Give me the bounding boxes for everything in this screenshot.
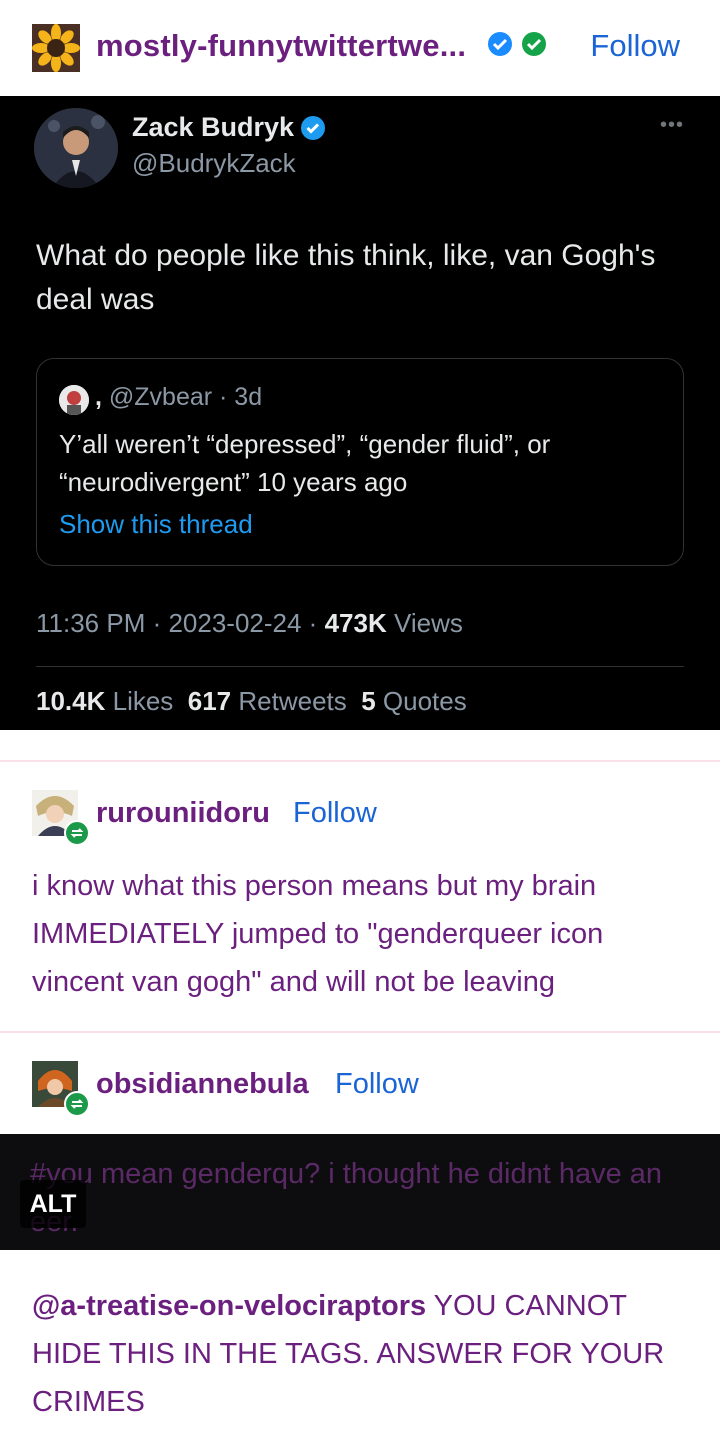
reblog-text: i know what this person means but my bra… [32,870,604,998]
tweet-text: What do people like this think, like, va… [36,239,656,316]
follow-button[interactable]: Follow [590,28,680,64]
blog-name[interactable]: mostly-funnytwittertwe... [96,28,466,64]
separator [0,760,720,762]
alt-text-button[interactable]: ALT [20,1180,86,1228]
tag-screenshot-text: #you mean genderqu? i thought he didnt h… [30,1158,663,1238]
quoted-meta: , @Zvbear · 3d [95,383,263,411]
reblog-icon [64,1091,90,1117]
show-thread-link: Show this thread [59,509,253,539]
twitter-verified-icon [300,115,326,141]
reblog-icon [64,820,90,846]
tweet-screenshot: Zack Budryk @BudrykZack ••• What do peop… [0,96,720,730]
reblog-text: @a-treatise-on-velociraptors YOU CANNOT … [32,1290,665,1418]
tweet-timestamp: 11:36 PM · 2023-02-24 · 473K Views [36,608,463,638]
tags-screenshot-image[interactable]: #you mean genderqu? i thought he didnt h… [0,1134,720,1250]
tweet-author-handle: @BudrykZack [132,148,296,178]
post-header: mostly-funnytwittertwe... Follow [0,0,720,96]
follow-button[interactable]: Follow [293,797,377,830]
tweet-author-name: Zack Budryk [132,112,295,142]
more-options-icon: ••• [659,114,684,136]
tweet-author-avatar [34,108,118,188]
blue-checkmark-icon [488,32,512,56]
reblogger-username[interactable]: obsidiannebula [96,1068,309,1101]
follow-button[interactable]: Follow [335,1068,419,1101]
separator [0,1031,720,1033]
quoted-author-avatar [59,385,89,415]
green-checkmark-icon [522,32,546,56]
quoted-text: Y’all weren’t “depressed”, “gender fluid… [59,429,551,497]
quoted-tweet: , @Zvbear · 3d Y’all weren’t “depressed”… [36,358,684,566]
reblogger-username[interactable]: rurouniidoru [96,797,270,830]
divider [36,666,684,667]
blog-avatar[interactable] [32,24,80,72]
tweet-stats: 10.4K Likes 617 Retweets 5 Quotes [36,686,467,716]
verified-badges [486,30,550,58]
mention-link[interactable]: @a-treatise-on-velociraptors [32,1290,426,1322]
